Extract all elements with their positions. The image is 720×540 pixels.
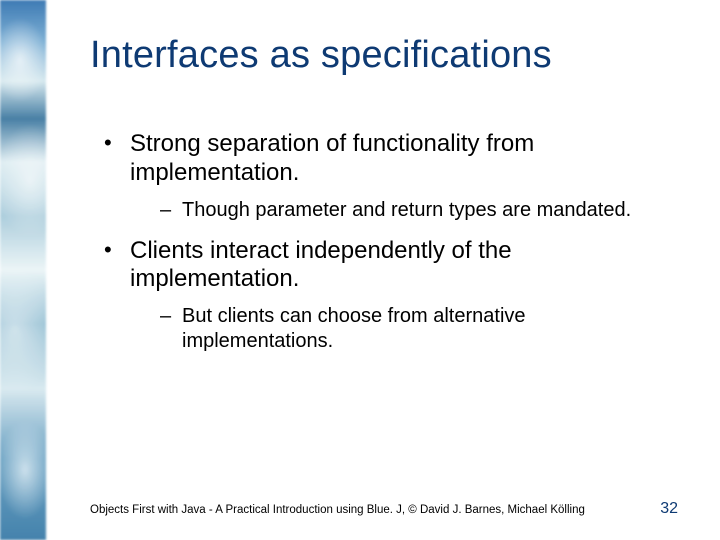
sub-bullet-list: But clients can choose from alternative … (130, 304, 660, 354)
sub-bullet-list: Though parameter and return types are ma… (130, 198, 660, 223)
bullet-item: Clients interact independently of the im… (100, 237, 660, 355)
bullet-text: Strong separation of functionality from … (130, 130, 534, 186)
sub-bullet-item: But clients can choose from alternative … (160, 304, 660, 354)
slide-body: Strong separation of functionality from … (100, 130, 660, 368)
bullet-list: Strong separation of functionality from … (100, 130, 660, 354)
sub-bullet-item: Though parameter and return types are ma… (160, 198, 660, 223)
slide: Interfaces as specifications Strong sepa… (0, 0, 720, 540)
page-number: 32 (660, 500, 678, 518)
bullet-text: Clients interact independently of the im… (130, 237, 512, 293)
sub-bullet-text: But clients can choose from alternative … (182, 305, 526, 352)
footer-text: Objects First with Java - A Practical In… (90, 504, 585, 516)
sub-bullet-text: Though parameter and return types are ma… (182, 199, 631, 221)
slide-title: Interfaces as specifications (90, 34, 680, 77)
decorative-strip (0, 0, 46, 540)
bullet-item: Strong separation of functionality from … (100, 130, 660, 223)
